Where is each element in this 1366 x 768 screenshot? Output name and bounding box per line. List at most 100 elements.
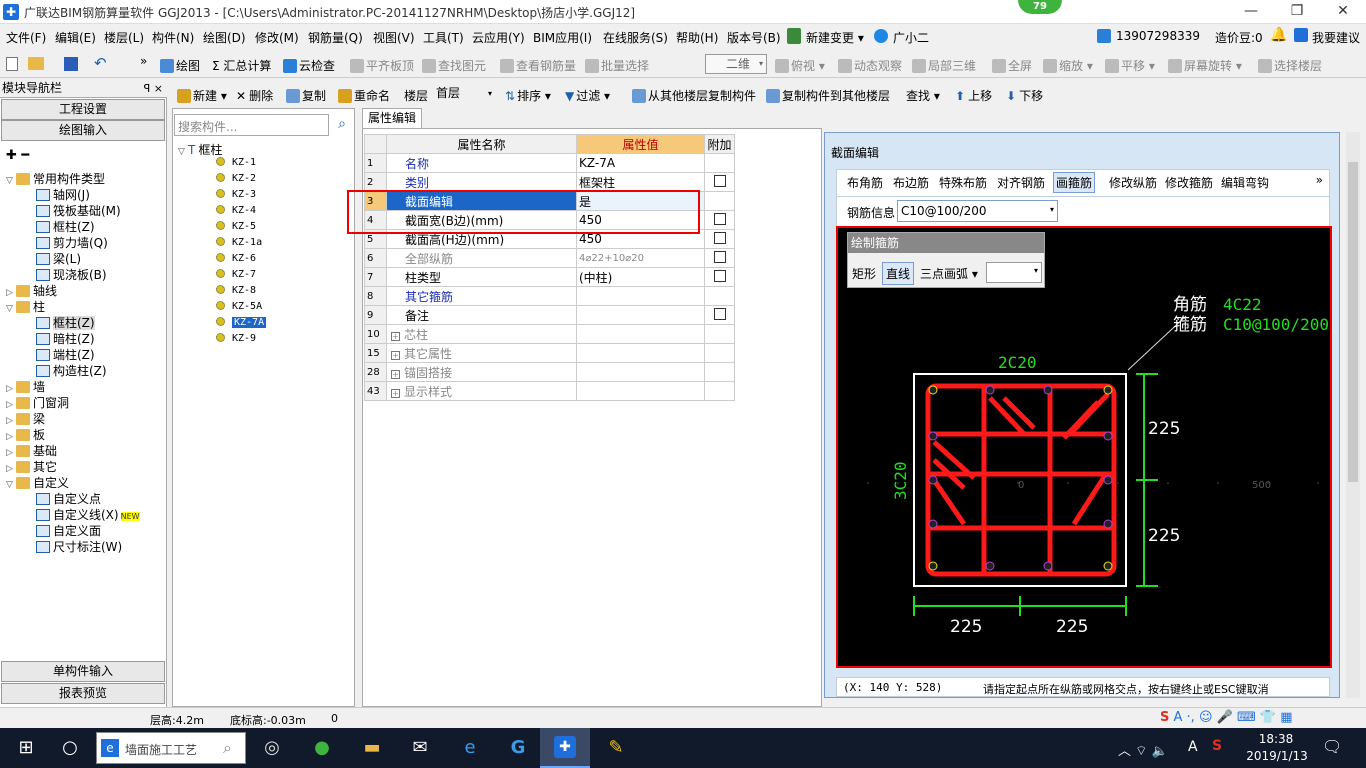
- search-icon[interactable]: ⌕: [331, 114, 353, 136]
- menu-floor[interactable]: 楼层(L): [104, 29, 144, 46]
- notes-icon[interactable]: ✎: [598, 736, 634, 760]
- ime-mode-icon[interactable]: A: [1174, 710, 1187, 725]
- ime-indicator[interactable]: A: [1188, 739, 1198, 755]
- nav-folder[interactable]: ▷ 板: [6, 426, 45, 443]
- ime-punct-icon[interactable]: ·,: [1187, 710, 1195, 725]
- tab-property-edit[interactable]: 属性编辑: [362, 108, 422, 128]
- extra-checkbox[interactable]: [713, 174, 726, 187]
- sort-button[interactable]: ⇅ 排序 ▾: [505, 87, 551, 104]
- prop-extra[interactable]: [704, 362, 735, 382]
- property-row[interactable]: 9 备注: [364, 305, 735, 325]
- nav-folder[interactable]: ▷ 其它: [6, 458, 57, 475]
- prop-extra[interactable]: [704, 286, 735, 306]
- section-canvas[interactable]: 0 500 角筋 4C22 箍筋 C10@100/200 2C20 3C20 2…: [836, 226, 1332, 668]
- close-button[interactable]: ✕: [1320, 0, 1366, 24]
- bell-icon[interactable]: 🔔: [1270, 27, 1287, 43]
- expand-collapse-icons[interactable]: ✚ ━: [6, 148, 29, 163]
- expand-icon[interactable]: ▷: [6, 464, 16, 474]
- prop-extra[interactable]: [704, 210, 735, 230]
- extra-checkbox[interactable]: [713, 212, 726, 225]
- nav-folder[interactable]: ▷ 梁: [6, 410, 45, 427]
- menu-modify[interactable]: 修改(M): [255, 29, 299, 46]
- nav-folder[interactable]: ▷ 墙: [6, 378, 45, 395]
- prop-extra[interactable]: [704, 172, 735, 192]
- expand-icon[interactable]: ▷: [6, 288, 16, 298]
- cloud-check-button[interactable]: 云检查: [283, 57, 335, 74]
- skin-icon[interactable]: 👕: [1260, 710, 1276, 725]
- expand-icon[interactable]: ▷: [6, 400, 16, 410]
- taskview-icon[interactable]: ◎: [254, 736, 290, 760]
- nav-item[interactable]: 轴网(J): [36, 186, 90, 203]
- mic-icon[interactable]: 🎤: [1217, 710, 1233, 725]
- prop-extra[interactable]: [704, 305, 735, 325]
- property-row[interactable]: 43 + 显示样式: [364, 381, 735, 401]
- section-drawing[interactable]: 0 500 角筋 4C22 箍筋 C10@100/200 2C20 3C20 2…: [838, 228, 1330, 666]
- expand-icon[interactable]: ▷: [6, 416, 16, 426]
- prop-value[interactable]: (中柱): [576, 267, 705, 287]
- open-folder-icon[interactable]: [28, 57, 44, 70]
- nav-item[interactable]: 构造柱(Z): [36, 362, 107, 379]
- single-input-button[interactable]: 单构件输入: [1, 661, 165, 682]
- overflow-icon[interactable]: »: [140, 54, 147, 68]
- property-row[interactable]: 10 + 芯柱: [364, 324, 735, 344]
- nav-item[interactable]: 筏板基础(M): [36, 202, 121, 219]
- expand-icon[interactable]: ▷: [6, 432, 16, 442]
- collapse-icon[interactable]: ▽: [6, 176, 16, 186]
- section-tab[interactable]: 修改箍筋: [1165, 174, 1213, 191]
- menu-component[interactable]: 构件(N): [152, 29, 194, 46]
- prop-extra[interactable]: [704, 324, 735, 344]
- section-tab[interactable]: 布边筋: [893, 174, 929, 191]
- mode-arc[interactable]: 三点画弧 ▾: [920, 265, 978, 282]
- delete-button[interactable]: ✕ 删除: [236, 87, 273, 104]
- prop-extra[interactable]: [704, 248, 735, 268]
- component-item[interactable]: KZ-1: [216, 157, 256, 168]
- tab-overflow-icon[interactable]: »: [1316, 173, 1323, 187]
- component-item[interactable]: KZ-7: [216, 269, 256, 280]
- nav-folder[interactable]: ▽ 自定义: [6, 474, 69, 491]
- property-row[interactable]: 8 其它箍筋: [364, 286, 735, 306]
- select-floor-button[interactable]: 选择楼层: [1258, 57, 1322, 74]
- section-tab[interactable]: 特殊布筋: [939, 174, 987, 191]
- undo-icon[interactable]: ↶: [94, 54, 107, 72]
- mode-line[interactable]: 直线: [882, 262, 915, 285]
- rename-button[interactable]: 重命名: [338, 87, 390, 104]
- component-search-input[interactable]: 搜索构件...: [174, 114, 329, 136]
- nav-folder[interactable]: ▽ 常用构件类型: [6, 170, 105, 187]
- sogou-tray-icon[interactable]: S: [1212, 738, 1222, 754]
- save-icon[interactable]: [64, 57, 78, 71]
- cortana-icon[interactable]: ○: [52, 736, 88, 760]
- edge-icon[interactable]: e: [452, 736, 488, 760]
- menu-new-change[interactable]: 新建变更 ▾: [806, 29, 864, 46]
- prop-value[interactable]: 4⌀22+10⌀20: [576, 248, 705, 268]
- prop-value[interactable]: [576, 324, 705, 344]
- menu-version[interactable]: 版本号(B): [727, 29, 781, 46]
- fullscreen-button[interactable]: 全屏: [992, 57, 1032, 74]
- prop-extra[interactable]: [704, 191, 735, 211]
- restore-button[interactable]: ❐: [1274, 0, 1320, 24]
- keyboard-icon[interactable]: ⌨: [1237, 710, 1256, 725]
- mail-icon[interactable]: ✉: [402, 736, 438, 760]
- menu-help[interactable]: 帮助(H): [676, 29, 718, 46]
- taskbar-search[interactable]: e 墙面施工工艺 ⌕: [96, 732, 246, 764]
- new-component-button[interactable]: 新建 ▾: [177, 87, 227, 104]
- property-row[interactable]: 6 全部纵筋 4⌀22+10⌀20: [364, 248, 735, 268]
- volume-icon[interactable]: 🔈: [1152, 744, 1168, 759]
- menu-assistant[interactable]: 广小二: [893, 29, 929, 46]
- copy-from-floor-button[interactable]: 从其他楼层复制构件: [632, 87, 756, 104]
- component-item[interactable]: KZ-6: [216, 253, 256, 264]
- menu-cloud[interactable]: 云应用(Y): [472, 29, 525, 46]
- mode-rect[interactable]: 矩形: [852, 265, 876, 282]
- notification-icon[interactable]: 🗨: [1322, 737, 1342, 756]
- nav-folder[interactable]: ▽ 柱: [6, 298, 45, 315]
- prop-extra[interactable]: [704, 343, 735, 363]
- wifi-icon[interactable]: ⌔: [1135, 744, 1147, 759]
- expand-icon[interactable]: +: [391, 350, 400, 360]
- tray-icons[interactable]: ︿ ⌔ 🔈: [1118, 740, 1168, 759]
- nav-item[interactable]: 尺寸标注(W): [36, 538, 122, 555]
- top-view-button[interactable]: 俯视 ▾: [775, 57, 825, 74]
- component-item[interactable]: KZ-3: [216, 189, 256, 200]
- component-item[interactable]: KZ-7A: [216, 317, 267, 328]
- extra-checkbox[interactable]: [713, 250, 726, 263]
- expand-icon[interactable]: ▷: [6, 384, 16, 394]
- nav-item[interactable]: 框柱(Z): [36, 218, 95, 235]
